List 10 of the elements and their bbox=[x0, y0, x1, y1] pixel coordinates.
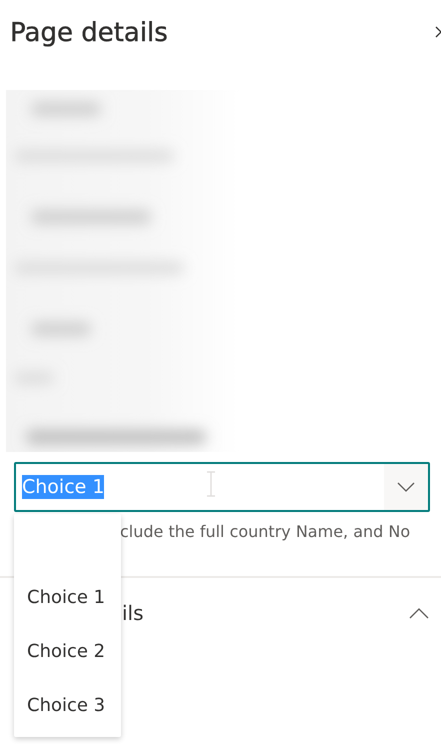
dropdown-option[interactable]: Choice 2 bbox=[14, 624, 121, 678]
dropdown-option[interactable]: Choice 1 bbox=[14, 570, 121, 624]
chevron-up-icon[interactable] bbox=[409, 608, 429, 618]
text-cursor-icon bbox=[206, 471, 216, 497]
chevron-down-icon bbox=[397, 482, 415, 492]
hint-text: clude the full country Name, and No bbox=[119, 521, 412, 543]
choice-value: Choice 1 bbox=[22, 475, 104, 499]
panel-title: Page details bbox=[10, 18, 168, 48]
section-title: ils bbox=[122, 601, 144, 625]
dropdown-option[interactable]: Choice 3 bbox=[14, 678, 121, 732]
